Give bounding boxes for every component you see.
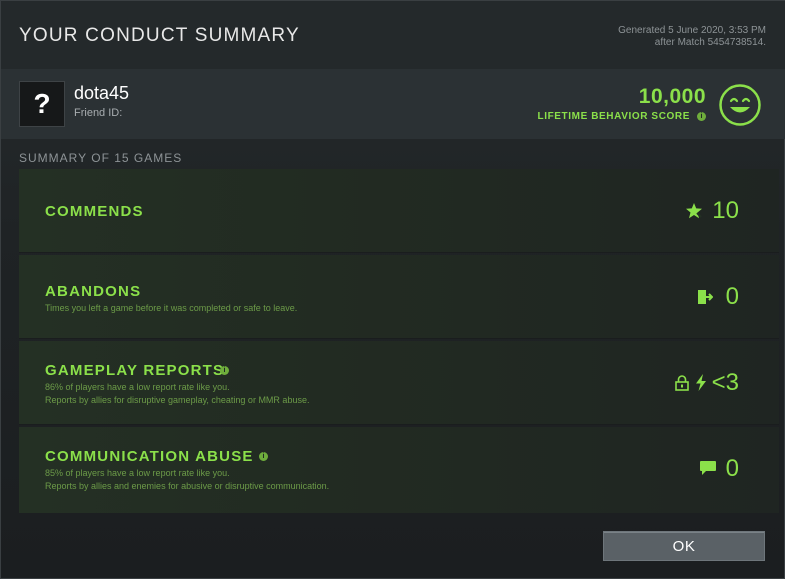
conduct-summary-dialog: YOUR CONDUCT SUMMARY Generated 5 June 20… bbox=[0, 0, 785, 579]
commends-value: 10 bbox=[712, 197, 739, 224]
abandons-description: Times you left a game before it was comp… bbox=[45, 303, 298, 313]
gameplay-reports-row: GAMEPLAY REPORTS i 86% of players have a… bbox=[19, 341, 779, 425]
gameplay-reports-rate: 86% of players have a low report rate li… bbox=[45, 382, 230, 392]
star-icon bbox=[686, 203, 702, 219]
behavior-score-label: LIFETIME BEHAVIOR SCORE bbox=[537, 111, 690, 122]
generated-date: Generated 5 June 2020, 3:53 PM bbox=[618, 25, 766, 36]
summary-heading: SUMMARY OF 15 GAMES bbox=[19, 151, 183, 165]
commends-title: COMMENDS bbox=[45, 203, 144, 220]
player-profile: ? dota45 Friend ID: 10,000 LIFETIME BEHA… bbox=[1, 69, 785, 139]
conduct-rows: COMMENDS 10 ABANDONS Times you left a ga… bbox=[19, 169, 779, 513]
chat-bubble-icon bbox=[700, 461, 716, 475]
communication-abuse-value: 0 bbox=[725, 455, 739, 482]
lightning-icon bbox=[696, 374, 706, 391]
communication-abuse-info-icon[interactable]: i bbox=[259, 452, 268, 461]
communication-abuse-rate: 85% of players have a low report rate li… bbox=[45, 468, 230, 478]
username: dota45 bbox=[74, 83, 130, 103]
communication-abuse-description: Reports by allies and enemies for abusiv… bbox=[45, 481, 330, 491]
friend-id-label: Friend ID: bbox=[74, 107, 123, 119]
dialog-title: YOUR CONDUCT SUMMARY bbox=[19, 25, 300, 46]
dialog-header: YOUR CONDUCT SUMMARY Generated 5 June 20… bbox=[1, 1, 785, 69]
smiley-face-icon bbox=[719, 84, 761, 126]
communication-abuse-row: COMMUNICATION ABUSE i 85% of players hav… bbox=[19, 427, 779, 513]
abandons-title: ABANDONS bbox=[45, 283, 142, 300]
avatar: ? bbox=[19, 81, 65, 127]
communication-abuse-title: COMMUNICATION ABUSE bbox=[45, 448, 254, 465]
lock-icon bbox=[675, 375, 689, 391]
generated-match: after Match 5454738514. bbox=[654, 37, 766, 48]
abandons-value: 0 bbox=[725, 283, 739, 310]
behavior-score-value: 10,000 bbox=[638, 85, 706, 108]
abandons-row: ABANDONS Times you left a game before it… bbox=[19, 255, 779, 339]
gameplay-reports-description: Reports by allies for disruptive gamepla… bbox=[45, 395, 310, 405]
ok-button[interactable]: OK bbox=[603, 531, 765, 561]
gameplay-reports-value: <3 bbox=[711, 369, 739, 396]
exit-door-icon bbox=[698, 290, 713, 304]
commends-row: COMMENDS 10 bbox=[19, 169, 779, 253]
gameplay-reports-title: GAMEPLAY REPORTS bbox=[45, 362, 225, 379]
generated-info: Generated 5 June 2020, 3:53 PM after Mat… bbox=[526, 25, 766, 49]
behavior-score-info-icon[interactable]: i bbox=[697, 112, 706, 121]
gameplay-reports-info-icon[interactable]: i bbox=[220, 366, 229, 375]
